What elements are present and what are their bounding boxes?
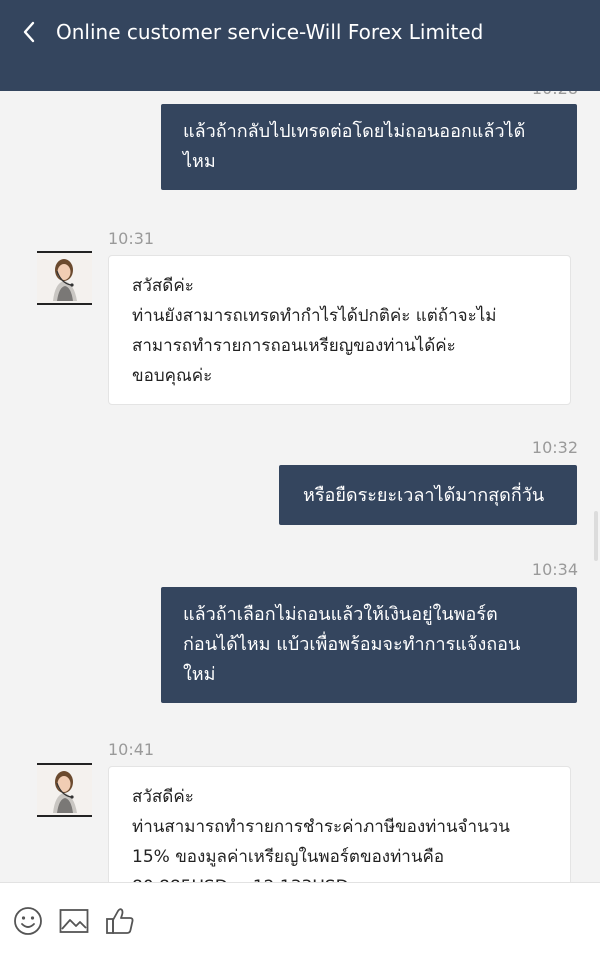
message-line: 80,885USD = 12,133USD — [132, 872, 548, 882]
message-line: ท่านยังสามารถเทรดทำกำไรได้ปกติค่ะ แต่ถ้า… — [132, 306, 497, 326]
app-header: Online customer service-Will Forex Limit… — [0, 0, 600, 91]
message-line: สามารถทำรายการถอนเหรียญของท่านได้ค่ะ — [132, 336, 456, 356]
message-line: ก่อนได้ไหม แบ้วเพื่อพร้อมจะทำการแจ้งถอน — [183, 634, 521, 655]
outgoing-message-bubble[interactable]: แล้วถ้ากลับไปเทรดต่อโดยไม่ถอนออกแล้วได้ … — [161, 104, 577, 190]
message-line: 15% ของมูลค่าเหรียญในพอร์ตของท่านคือ — [132, 847, 445, 867]
message-line: สวัสดีค่ะ — [132, 787, 194, 807]
message-timestamp: 10:34 — [531, 560, 578, 579]
message-line: ใหม่ — [183, 664, 216, 685]
message-timestamp: 10:41 — [108, 740, 155, 759]
chat-message-list[interactable]: 10:28 แล้วถ้ากลับไปเทรดต่อโดยไม่ถอนออกแล… — [0, 91, 600, 882]
message-timestamp: 10:31 — [108, 229, 155, 248]
message-line: หรือยืดระยะเวลาได้มากสุดกี่วัน — [303, 485, 545, 506]
agent-avatar[interactable] — [37, 763, 92, 817]
message-line: สวัสดีค่ะ — [132, 276, 194, 296]
message-timestamp: 10:28 — [532, 91, 578, 99]
message-line: ขอบคุณค่ะ — [132, 366, 213, 386]
emoji-icon[interactable] — [12, 905, 44, 937]
incoming-message-bubble[interactable]: สวัสดีค่ะ ท่านยังสามารถเทรดทำกำไรได้ปกติ… — [108, 255, 571, 405]
image-icon[interactable] — [58, 905, 90, 937]
input-toolbar — [0, 882, 600, 955]
message-line: ท่านสามารถทำรายการชำระค่าภาษีของท่านจำนว… — [132, 817, 510, 837]
message-line: แล้วถ้าเลือกไม่ถอนแล้วให้เงินอยู่ในพอร์ต — [183, 604, 498, 625]
incoming-message-bubble[interactable]: สวัสดีค่ะ ท่านสามารถทำรายการชำระค่าภาษีข… — [108, 766, 571, 882]
back-arrow-icon[interactable] — [18, 20, 42, 44]
message-timestamp: 10:32 — [531, 438, 578, 457]
thumbs-up-icon[interactable] — [104, 905, 136, 937]
outgoing-message-bubble[interactable]: หรือยืดระยะเวลาได้มากสุดกี่วัน — [279, 465, 577, 525]
agent-avatar[interactable] — [37, 251, 92, 305]
page-title: Online customer service-Will Forex Limit… — [56, 20, 484, 44]
message-line: ไหม — [183, 151, 216, 172]
message-line: แล้วถ้ากลับไปเทรดต่อโดยไม่ถอนออกแล้วได้ — [183, 121, 526, 142]
outgoing-message-bubble[interactable]: แล้วถ้าเลือกไม่ถอนแล้วให้เงินอยู่ในพอร์ต… — [161, 587, 577, 703]
scrollbar-thumb[interactable] — [594, 511, 598, 561]
